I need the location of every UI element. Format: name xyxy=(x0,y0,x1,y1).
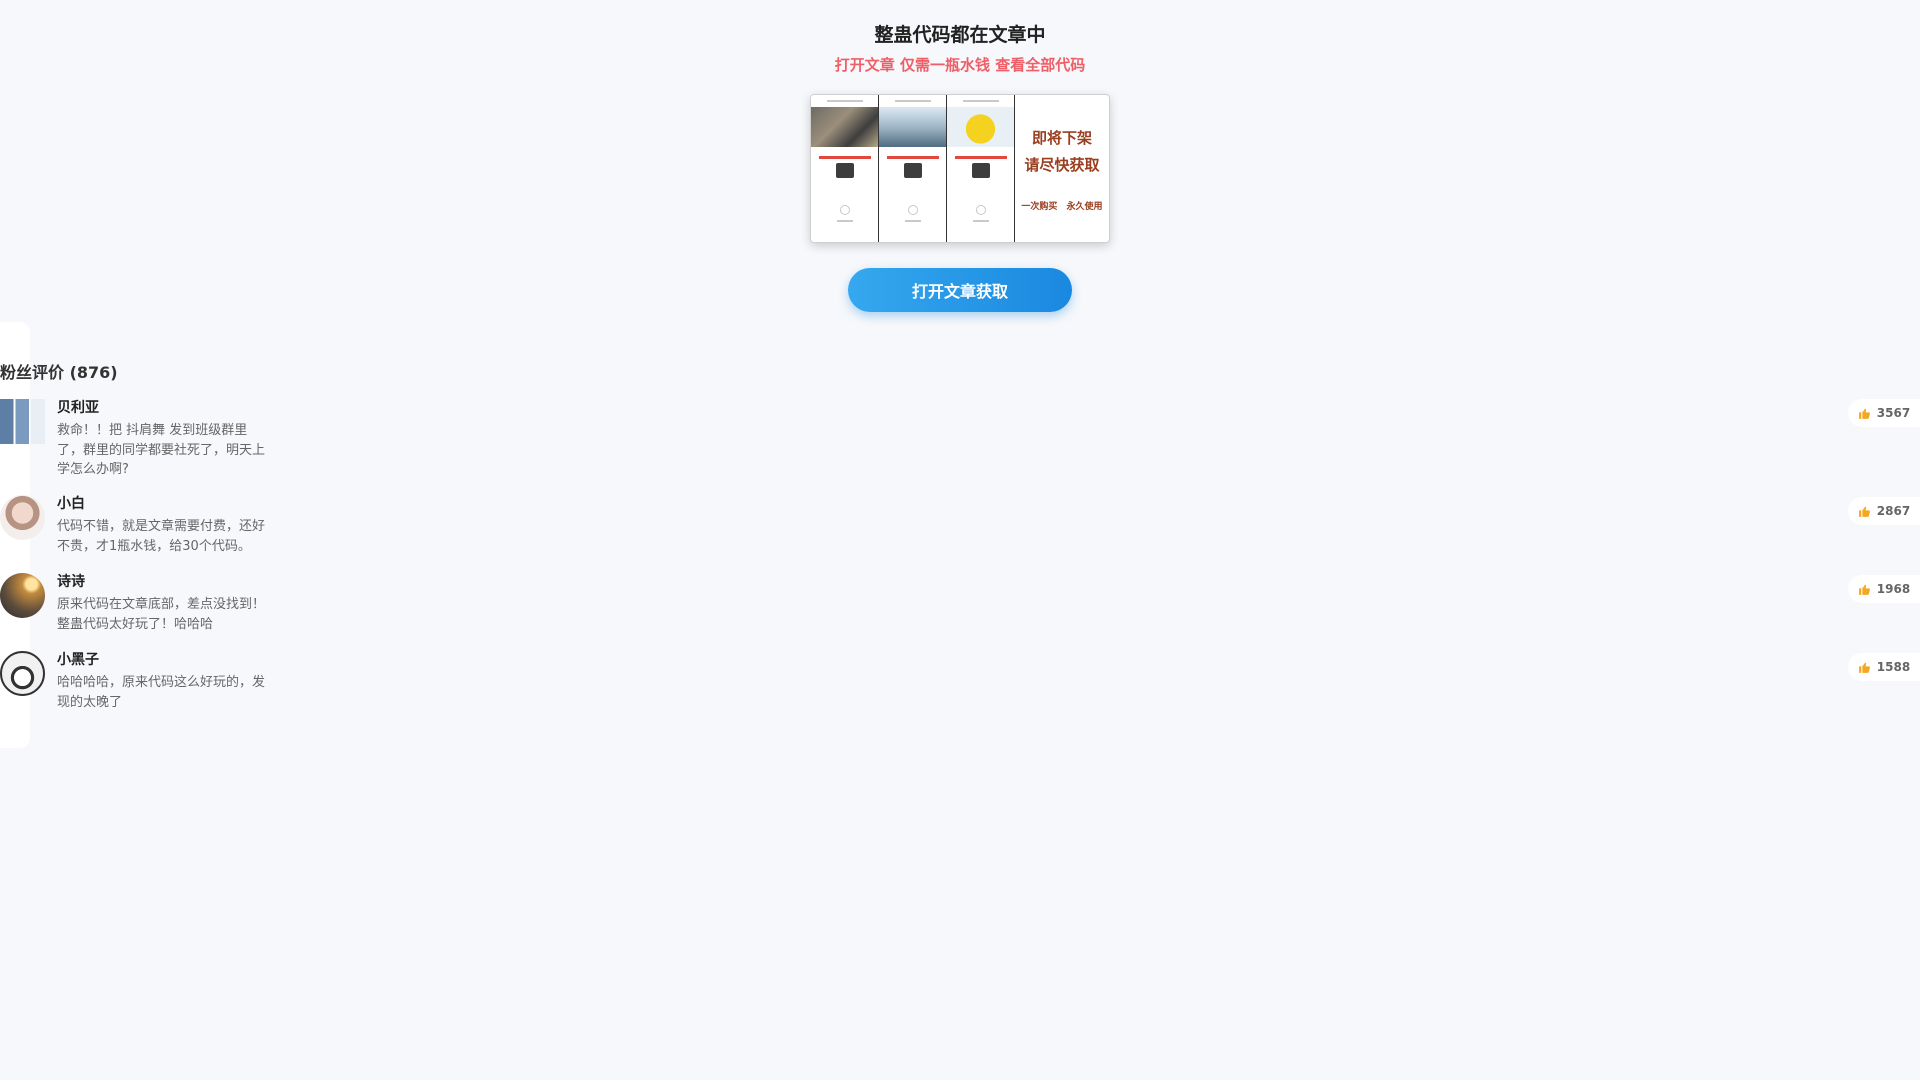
page-subtitle: 打开文章 仅需一瓶水钱 查看全部代码 xyxy=(834,56,1086,74)
loading-icon xyxy=(907,205,918,215)
article-preview-card[interactable]: 即将下架 请尽快获取 一次购买 永久使用 xyxy=(810,94,1110,243)
loading-icon xyxy=(839,205,850,215)
open-article-button[interactable]: 打开文章获取 xyxy=(848,268,1072,312)
like-badge[interactable]: 2867 xyxy=(1848,497,1920,525)
promo-panel: 即将下架 请尽快获取 一次购买 永久使用 xyxy=(1015,95,1109,242)
like-count: 1588 xyxy=(1876,660,1911,674)
lock-icon xyxy=(971,163,990,178)
avatar xyxy=(0,495,45,540)
like-count: 1968 xyxy=(1876,582,1911,596)
like-count: 2867 xyxy=(1876,504,1911,518)
promo-line-1: 即将下架 xyxy=(1031,129,1092,147)
like-count: 3567 xyxy=(1876,406,1911,420)
review-text: 哈哈哈哈，原来代码这么好玩的，发现的太晚了 xyxy=(57,675,266,710)
review-text: 原来代码在文章底部，差点没找到！整蛊代码太好玩了！哈哈哈 xyxy=(57,597,266,632)
preview-image xyxy=(879,107,946,147)
like-badge[interactable]: 3567 xyxy=(1848,399,1920,427)
preview-screenshot-2 xyxy=(879,95,947,242)
preview-image xyxy=(811,107,878,147)
avatar xyxy=(0,573,45,618)
thumbs-up-icon xyxy=(1858,407,1871,420)
preview-screenshot-1 xyxy=(811,95,879,242)
avatar xyxy=(0,651,45,696)
promo-line-2: 请尽快获取 xyxy=(1024,156,1100,174)
thumbs-up-icon xyxy=(1858,583,1871,596)
promo-note: 一次购买 永久使用 xyxy=(1021,202,1103,212)
review-text: 救命！！把 抖肩舞 发到班级群里了，群里的同学都要社死了，明天上学怎么办啊? xyxy=(57,423,266,477)
review-author: 小黑子 xyxy=(57,652,99,668)
review-author: 贝利亚 xyxy=(57,400,99,416)
like-badge[interactable]: 1588 xyxy=(1848,653,1920,681)
loading-icon xyxy=(975,205,986,215)
reviews-title: 粉丝评价 (876) xyxy=(0,363,118,382)
like-badge[interactable]: 1968 xyxy=(1848,575,1920,603)
review-text: 代码不错，就是文章需要付费，还好不贵，才1瓶水钱，给30个代码。 xyxy=(57,519,266,554)
page-title: 整蛊代码都在文章中 xyxy=(874,24,1046,46)
avatar xyxy=(0,399,45,444)
lock-icon xyxy=(903,163,922,178)
preview-screenshot-3 xyxy=(947,95,1015,242)
preview-image xyxy=(947,107,1014,147)
page: 整蛊代码都在文章中 打开文章 仅需一瓶水钱 查看全部代码 即将下架 请尽快获取 … xyxy=(0,0,1920,1080)
thumbs-up-icon xyxy=(1858,661,1871,674)
lock-icon xyxy=(835,163,854,178)
review-author: 小白 xyxy=(57,496,85,512)
review-author: 诗诗 xyxy=(57,574,85,590)
thumbs-up-icon xyxy=(1858,505,1871,518)
